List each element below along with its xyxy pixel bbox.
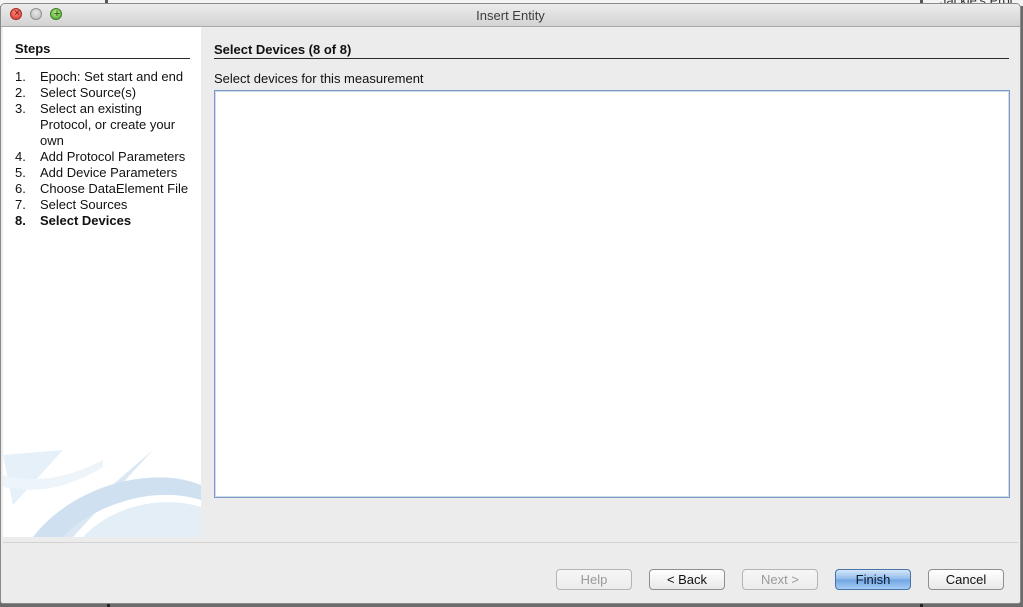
wizard-decoration-graphic [3,450,201,537]
step-label: Select Source(s) [40,85,137,100]
steps-sidebar: Steps 1. Epoch: Set start and end 2. Select… [3,27,201,537]
footer-divider [3,542,1018,543]
step-item-2: 2. Select Source(s) [15,85,195,101]
step-item-6: 6. Choose DataElement File [15,181,195,197]
step-number: 7. [15,197,26,212]
step-description: Select devices for this measurement [214,71,424,86]
step-number: 2. [15,85,26,100]
step-number: 3. [15,101,26,116]
step-number: 1. [15,69,26,84]
step-number: 8. [15,213,26,228]
step-item-3: 3. Select an existing Protocol, or create… [15,101,195,149]
step-label: Select an existing Protocol, or create y… [40,101,176,148]
help-button[interactable]: Help [556,569,632,590]
step-item-8: 8. Select Devices [15,213,195,229]
title-bar[interactable]: × + Insert Entity [1,4,1020,27]
back-button[interactable]: < Back [649,569,725,590]
next-button[interactable]: Next > [742,569,818,590]
step-label: Epoch: Set start and end [40,69,184,84]
step-number: 5. [15,165,26,180]
step-item-4: 4. Add Protocol Parameters [15,149,195,165]
step-item-7: 7. Select Sources [15,197,195,213]
step-label: Choose DataElement File [40,181,189,196]
step-title: Select Devices (8 of 8) [214,42,1009,59]
step-number: 6. [15,181,26,196]
steps-list: 1. Epoch: Set start and end 2. Select Sourc… [15,69,195,229]
device-list[interactable] [214,90,1010,498]
step-item-1: 1. Epoch: Set start and end [15,69,195,85]
step-label: Add Protocol Parameters [40,149,186,164]
steps-heading: Steps [15,41,190,59]
step-label: Select Sources [40,197,128,212]
step-number: 4. [15,149,26,164]
cancel-button[interactable]: Cancel [928,569,1004,590]
insert-entity-dialog: × + Insert Entity Steps 1. Epoch: Set sta… [0,3,1021,604]
step-item-5: 5. Add Device Parameters [15,165,195,181]
step-label: Add Device Parameters [40,165,178,180]
window-title: Insert Entity [476,8,545,23]
finish-button[interactable]: Finish [835,569,911,590]
step-label: Select Devices [40,213,132,228]
